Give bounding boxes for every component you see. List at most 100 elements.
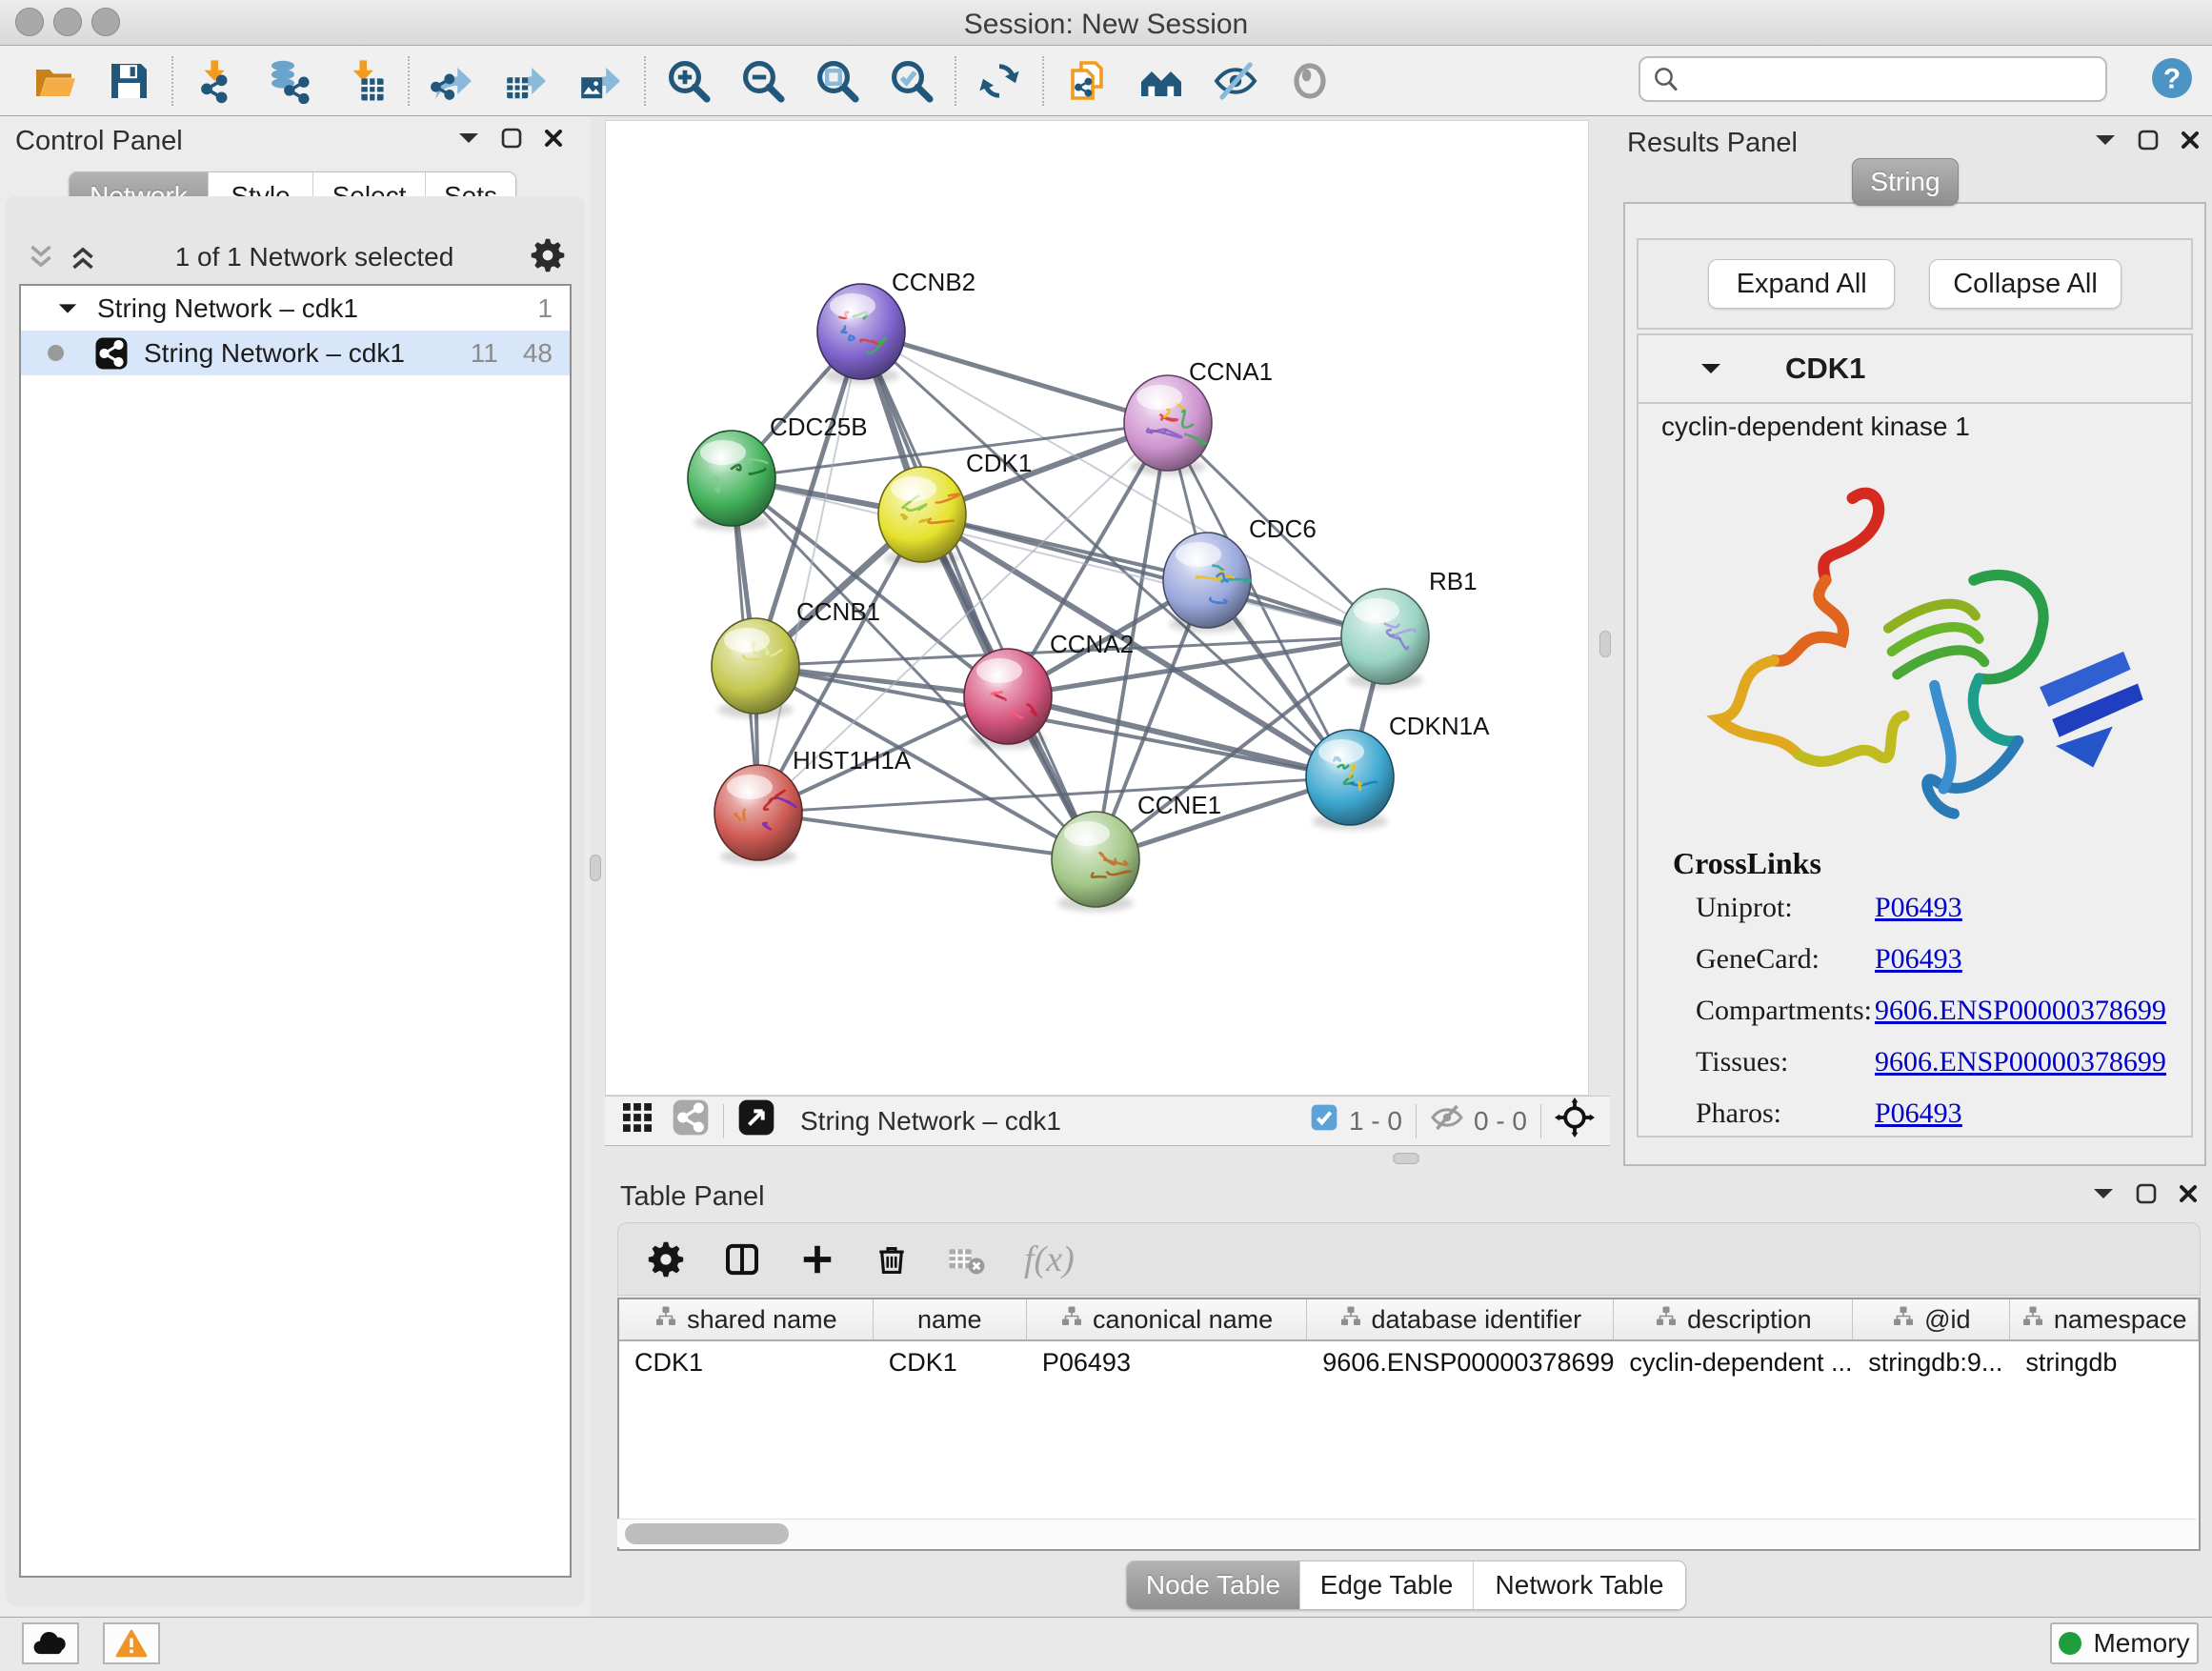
network-edge[interactable] bbox=[758, 332, 861, 813]
birds-eye-view-icon[interactable] bbox=[620, 1100, 654, 1141]
expand-all-button[interactable]: Expand All bbox=[1708, 259, 1895, 309]
float-panel-icon[interactable] bbox=[501, 128, 522, 149]
tab-string[interactable]: String bbox=[1852, 158, 1959, 206]
help-button[interactable]: ? bbox=[2149, 55, 2195, 101]
crosslink-link[interactable]: P06493 bbox=[1875, 1097, 1962, 1129]
show-all-icon[interactable] bbox=[1273, 48, 1347, 114]
network-canvas[interactable]: CCNB2 CCNA1 CDC25B CDK1 CDC6 bbox=[605, 120, 1589, 1096]
float-panel-icon[interactable] bbox=[2138, 130, 2159, 151]
first-neighbors-icon[interactable] bbox=[1124, 48, 1198, 114]
scrollbar-thumb[interactable] bbox=[625, 1523, 789, 1544]
title-bar: Session: New Session bbox=[0, 0, 2212, 46]
cloud-button[interactable] bbox=[22, 1622, 79, 1664]
crosslink-link[interactable]: P06493 bbox=[1875, 943, 1962, 975]
network-node-CDK1[interactable]: CDK1 bbox=[878, 449, 1032, 567]
column-header-canonical-name[interactable]: canonical name bbox=[1027, 1299, 1307, 1339]
selection-status: 1 of 1 Network selected bbox=[99, 242, 530, 272]
panel-menu-icon[interactable] bbox=[457, 131, 480, 146]
crosslink-link[interactable]: P06493 bbox=[1875, 892, 1962, 923]
export-network-icon[interactable] bbox=[415, 48, 490, 114]
delete-column-icon[interactable] bbox=[874, 1241, 910, 1278]
crosslink-link[interactable]: 9606.ENSP00000378699 bbox=[1875, 995, 2166, 1026]
export-table-icon[interactable] bbox=[490, 48, 564, 114]
expand-all-icon[interactable] bbox=[67, 243, 99, 272]
apply-layout-icon[interactable] bbox=[962, 48, 1036, 114]
duplicate-network-icon[interactable] bbox=[1050, 48, 1124, 114]
network-row[interactable]: String Network – cdk1 11 48 bbox=[21, 331, 570, 375]
import-from-database-icon[interactable] bbox=[253, 48, 328, 114]
network-edge[interactable] bbox=[758, 813, 1096, 859]
crosslink-link[interactable]: 9606.ENSP00000378699 bbox=[1875, 1046, 2166, 1077]
column-header-database-identifier[interactable]: database identifier bbox=[1307, 1299, 1614, 1339]
column-header-namespace[interactable]: namespace bbox=[2010, 1299, 2199, 1339]
zoom-fit-icon[interactable] bbox=[800, 48, 875, 114]
control-panel-title: Control Panel bbox=[15, 126, 183, 157]
hidden-eye-icon bbox=[1430, 1103, 1464, 1138]
node-table: shared namenamecanonical namedatabase id… bbox=[617, 1298, 2201, 1551]
hide-selected-icon[interactable] bbox=[1198, 48, 1273, 114]
bottom-splitter-handle[interactable] bbox=[1393, 1153, 1419, 1164]
collapse-all-icon[interactable] bbox=[25, 243, 57, 272]
collapse-all-button[interactable]: Collapse All bbox=[1929, 259, 2122, 309]
network-view-toolbar: String Network – cdk1 1 - 0 0 - 0 bbox=[605, 1096, 1610, 1146]
column-header-@id[interactable]: @id bbox=[1853, 1299, 2010, 1339]
network-overview-icon[interactable] bbox=[672, 1098, 710, 1143]
node-label-CDKN1A: CDKN1A bbox=[1389, 712, 1490, 740]
cytoscape-window: Session: New Session ? Control Panel Net… bbox=[0, 0, 2212, 1671]
left-splitter-handle[interactable] bbox=[590, 855, 601, 881]
center-view-icon[interactable] bbox=[1555, 1097, 1595, 1144]
float-panel-icon[interactable] bbox=[2136, 1183, 2157, 1204]
tree-expander-icon[interactable] bbox=[57, 301, 78, 316]
network-collection-row[interactable]: String Network – cdk1 1 bbox=[21, 286, 570, 331]
tab-edge-table[interactable]: Edge Table bbox=[1300, 1561, 1474, 1609]
search-input[interactable] bbox=[1680, 60, 2105, 98]
selected-checkbox-icon[interactable] bbox=[1309, 1102, 1339, 1139]
network-node-CDKN1A[interactable]: CDKN1A bbox=[1306, 712, 1490, 830]
import-table-icon[interactable] bbox=[328, 48, 402, 114]
export-image-icon[interactable] bbox=[564, 48, 638, 114]
close-panel-icon[interactable] bbox=[543, 128, 564, 149]
network-node-CCNA1[interactable]: CCNA1 bbox=[1124, 357, 1273, 475]
network-node-CCNB1[interactable]: CCNB1 bbox=[712, 597, 880, 718]
table-toolbar: f(x) bbox=[617, 1222, 2201, 1296]
close-panel-icon[interactable] bbox=[2178, 1183, 2199, 1204]
table-row[interactable]: CDK1CDK1P064939606.ENSP00000378699cyclin… bbox=[619, 1341, 2199, 1383]
tab-node-table[interactable]: Node Table bbox=[1127, 1561, 1300, 1609]
network-node-CCNB2[interactable]: CCNB2 bbox=[817, 268, 975, 384]
close-panel-icon[interactable] bbox=[2180, 130, 2201, 151]
network-node-CCNE1[interactable]: CCNE1 bbox=[1052, 791, 1221, 912]
zoom-out-icon[interactable] bbox=[726, 48, 800, 114]
network-options-gear-icon[interactable] bbox=[530, 237, 566, 278]
add-column-icon[interactable] bbox=[799, 1241, 835, 1278]
network-node-RB1[interactable]: RB1 bbox=[1341, 567, 1478, 689]
crosslink-label: GeneCard: bbox=[1696, 943, 1875, 995]
network-edge[interactable] bbox=[861, 332, 1168, 423]
save-session-icon[interactable] bbox=[91, 48, 166, 114]
protein-structure-image bbox=[1667, 459, 2166, 840]
open-session-icon[interactable] bbox=[17, 48, 91, 114]
node-label-CCNA1: CCNA1 bbox=[1189, 357, 1273, 386]
panel-menu-icon[interactable] bbox=[2094, 132, 2117, 148]
import-network-icon[interactable] bbox=[179, 48, 253, 114]
network-view-dot-icon bbox=[48, 345, 64, 361]
panel-menu-icon[interactable] bbox=[2092, 1186, 2115, 1201]
help-icon: ? bbox=[2149, 55, 2195, 101]
table-horizontal-scrollbar[interactable] bbox=[617, 1519, 2197, 1547]
tab-network-table[interactable]: Network Table bbox=[1474, 1561, 1685, 1609]
shared-column-icon bbox=[1339, 1305, 1362, 1335]
search-icon bbox=[1652, 65, 1680, 93]
column-header-shared-name[interactable]: shared name bbox=[619, 1299, 874, 1339]
zoom-in-icon[interactable] bbox=[652, 48, 726, 114]
table-options-gear-icon[interactable] bbox=[647, 1240, 685, 1278]
memory-button[interactable]: Memory bbox=[2050, 1622, 2199, 1664]
network-tree: String Network – cdk1 1 String Network –… bbox=[19, 284, 572, 1578]
column-header-description[interactable]: description bbox=[1614, 1299, 1853, 1339]
fit-content-icon[interactable] bbox=[737, 1098, 775, 1143]
right-splitter-handle[interactable] bbox=[1599, 631, 1611, 657]
show-columns-icon[interactable] bbox=[723, 1240, 761, 1278]
zoom-selected-icon[interactable] bbox=[875, 48, 949, 114]
collapse-entry-icon[interactable] bbox=[1699, 361, 1722, 376]
column-header-name[interactable]: name bbox=[874, 1299, 1027, 1339]
warnings-button[interactable] bbox=[103, 1622, 160, 1664]
network-edge[interactable] bbox=[861, 332, 1096, 859]
